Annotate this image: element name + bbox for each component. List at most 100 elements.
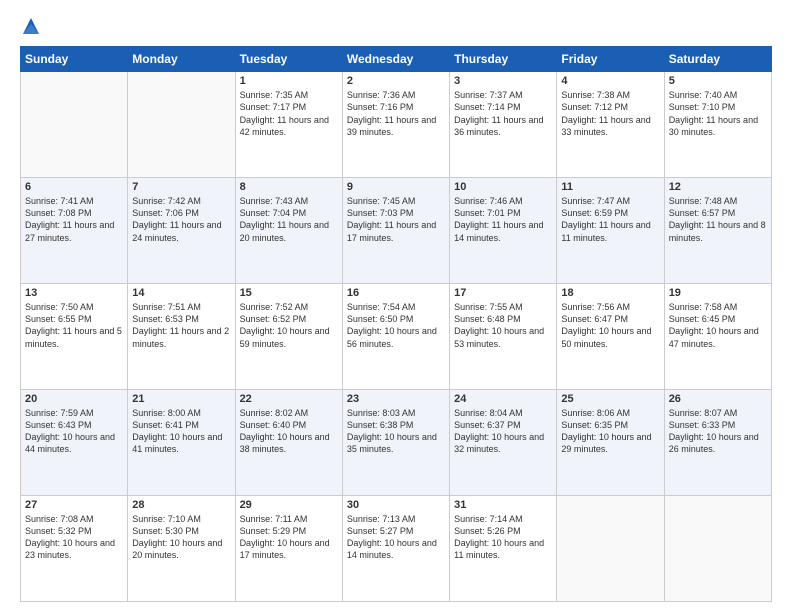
weekday-header-monday: Monday (128, 47, 235, 72)
day-info: Sunrise: 8:07 AM Sunset: 6:33 PM Dayligh… (669, 407, 767, 456)
day-number: 17 (454, 287, 552, 299)
calendar-cell: 19 Sunrise: 7:58 AM Sunset: 6:45 PM Dayli… (664, 284, 771, 390)
calendar-cell (557, 496, 664, 602)
day-number: 16 (347, 287, 445, 299)
calendar-cell: 9Sunrise: 7:45 AM Sunset: 7:03 PM Daylig… (342, 178, 449, 284)
day-info: Sunrise: 8:04 AM Sunset: 6:37 PM Dayligh… (454, 407, 552, 456)
calendar-cell: 16Sunrise: 7:54 AM Sunset: 6:50 PM Dayli… (342, 284, 449, 390)
logo-icon (21, 16, 41, 36)
calendar-cell: 12Sunrise: 7:48 AM Sunset: 6:57 PM Dayli… (664, 178, 771, 284)
day-number: 5 (669, 75, 767, 87)
day-number: 19 (669, 287, 767, 299)
day-number: 4 (561, 75, 659, 87)
day-info: Sunrise: 7:56 AM Sunset: 6:47 PM Dayligh… (561, 301, 659, 350)
day-info: Sunrise: 7:41 AM Sunset: 7:08 PM Dayligh… (25, 195, 123, 244)
day-number: 21 (132, 393, 230, 405)
calendar-cell: 10 Sunrise: 7:46 AM Sunset: 7:01 PM Dayli… (450, 178, 557, 284)
calendar-cell: 8Sunrise: 7:43 AM Sunset: 7:04 PM Daylig… (235, 178, 342, 284)
day-info: Sunrise: 7:36 AM Sunset: 7:16 PM Dayligh… (347, 89, 445, 138)
day-info: Sunrise: 7:59 AM Sunset: 6:43 PM Dayligh… (25, 407, 123, 456)
day-info: Sunrise: 7:51 AM Sunset: 6:53 PM Dayligh… (132, 301, 230, 350)
calendar-cell (128, 72, 235, 178)
day-info: Sunrise: 7:14 AM Sunset: 5:26 PM Dayligh… (454, 513, 552, 562)
week-row-1: 1 Sunrise: 7:35 AM Sunset: 7:17 PM Daylig… (21, 72, 772, 178)
day-number: 24 (454, 393, 552, 405)
day-info: Sunrise: 7:40 AM Sunset: 7:10 PM Dayligh… (669, 89, 767, 138)
calendar-cell: 27 Sunrise: 7:08 AM Sunset: 5:32 PM Dayli… (21, 496, 128, 602)
calendar-cell: 13 Sunrise: 7:50 AM Sunset: 6:55 PM Dayli… (21, 284, 128, 390)
week-row-3: 13 Sunrise: 7:50 AM Sunset: 6:55 PM Dayli… (21, 284, 772, 390)
week-row-4: 20 Sunrise: 7:59 AM Sunset: 6:43 PM Dayli… (21, 390, 772, 496)
logo-text (20, 16, 42, 36)
day-number: 26 (669, 393, 767, 405)
calendar-cell: 14 Sunrise: 7:51 AM Sunset: 6:53 PM Dayli… (128, 284, 235, 390)
day-info: Sunrise: 7:48 AM Sunset: 6:57 PM Dayligh… (669, 195, 767, 244)
day-info: Sunrise: 7:47 AM Sunset: 6:59 PM Dayligh… (561, 195, 659, 244)
day-info: Sunrise: 8:06 AM Sunset: 6:35 PM Dayligh… (561, 407, 659, 456)
day-info: Sunrise: 8:00 AM Sunset: 6:41 PM Dayligh… (132, 407, 230, 456)
day-number: 15 (240, 287, 338, 299)
weekday-header-friday: Friday (557, 47, 664, 72)
calendar-cell: 24 Sunrise: 8:04 AM Sunset: 6:37 PM Dayli… (450, 390, 557, 496)
day-info: Sunrise: 7:52 AM Sunset: 6:52 PM Dayligh… (240, 301, 338, 350)
day-number: 2 (347, 75, 445, 87)
day-number: 18 (561, 287, 659, 299)
day-info: Sunrise: 7:38 AM Sunset: 7:12 PM Dayligh… (561, 89, 659, 138)
day-info: Sunrise: 7:11 AM Sunset: 5:29 PM Dayligh… (240, 513, 338, 562)
calendar-cell: 7 Sunrise: 7:42 AM Sunset: 7:06 PM Daylig… (128, 178, 235, 284)
day-number: 31 (454, 499, 552, 511)
calendar-cell: 2 Sunrise: 7:36 AM Sunset: 7:16 PM Daylig… (342, 72, 449, 178)
page: SundayMondayTuesdayWednesdayThursdayFrid… (0, 0, 792, 612)
day-info: Sunrise: 7:58 AM Sunset: 6:45 PM Dayligh… (669, 301, 767, 350)
day-info: Sunrise: 7:46 AM Sunset: 7:01 PM Dayligh… (454, 195, 552, 244)
calendar-cell: 15 Sunrise: 7:52 AM Sunset: 6:52 PM Dayli… (235, 284, 342, 390)
calendar-cell: 29 Sunrise: 7:11 AM Sunset: 5:29 PM Dayli… (235, 496, 342, 602)
day-number: 20 (25, 393, 123, 405)
day-number: 28 (132, 499, 230, 511)
header (20, 16, 772, 36)
day-info: Sunrise: 7:42 AM Sunset: 7:06 PM Dayligh… (132, 195, 230, 244)
day-number: 1 (240, 75, 338, 87)
day-info: Sunrise: 7:13 AM Sunset: 5:27 PM Dayligh… (347, 513, 445, 562)
calendar-cell: 17 Sunrise: 7:55 AM Sunset: 6:48 PM Dayli… (450, 284, 557, 390)
day-info: Sunrise: 7:37 AM Sunset: 7:14 PM Dayligh… (454, 89, 552, 138)
day-info: Sunrise: 8:03 AM Sunset: 6:38 PM Dayligh… (347, 407, 445, 456)
calendar-cell: 25 Sunrise: 8:06 AM Sunset: 6:35 PM Dayli… (557, 390, 664, 496)
day-number: 27 (25, 499, 123, 511)
week-row-2: 6 Sunrise: 7:41 AM Sunset: 7:08 PM Daylig… (21, 178, 772, 284)
calendar-table: SundayMondayTuesdayWednesdayThursdayFrid… (20, 46, 772, 602)
logo (20, 16, 42, 36)
day-number: 23 (347, 393, 445, 405)
day-number: 25 (561, 393, 659, 405)
calendar-cell: 11 Sunrise: 7:47 AM Sunset: 6:59 PM Dayli… (557, 178, 664, 284)
day-info: Sunrise: 7:50 AM Sunset: 6:55 PM Dayligh… (25, 301, 123, 350)
day-number: 7 (132, 181, 230, 193)
day-info: Sunrise: 7:35 AM Sunset: 7:17 PM Dayligh… (240, 89, 338, 138)
calendar-cell: 3Sunrise: 7:37 AM Sunset: 7:14 PM Daylig… (450, 72, 557, 178)
weekday-header-row: SundayMondayTuesdayWednesdayThursdayFrid… (21, 47, 772, 72)
day-number: 10 (454, 181, 552, 193)
day-number: 9 (347, 181, 445, 193)
day-info: Sunrise: 7:08 AM Sunset: 5:32 PM Dayligh… (25, 513, 123, 562)
calendar-cell: 6 Sunrise: 7:41 AM Sunset: 7:08 PM Daylig… (21, 178, 128, 284)
calendar-cell: 21 Sunrise: 8:00 AM Sunset: 6:41 PM Dayli… (128, 390, 235, 496)
day-number: 6 (25, 181, 123, 193)
calendar-cell: 1 Sunrise: 7:35 AM Sunset: 7:17 PM Daylig… (235, 72, 342, 178)
calendar-cell: 30Sunrise: 7:13 AM Sunset: 5:27 PM Dayli… (342, 496, 449, 602)
day-number: 8 (240, 181, 338, 193)
day-number: 13 (25, 287, 123, 299)
day-number: 11 (561, 181, 659, 193)
weekday-header-wednesday: Wednesday (342, 47, 449, 72)
day-number: 14 (132, 287, 230, 299)
calendar-cell: 20 Sunrise: 7:59 AM Sunset: 6:43 PM Dayli… (21, 390, 128, 496)
calendar-cell (664, 496, 771, 602)
week-row-5: 27 Sunrise: 7:08 AM Sunset: 5:32 PM Dayli… (21, 496, 772, 602)
calendar-cell (21, 72, 128, 178)
day-number: 29 (240, 499, 338, 511)
calendar-cell: 28Sunrise: 7:10 AM Sunset: 5:30 PM Dayli… (128, 496, 235, 602)
calendar-cell: 26 Sunrise: 8:07 AM Sunset: 6:33 PM Dayli… (664, 390, 771, 496)
weekday-header-tuesday: Tuesday (235, 47, 342, 72)
day-info: Sunrise: 7:55 AM Sunset: 6:48 PM Dayligh… (454, 301, 552, 350)
weekday-header-sunday: Sunday (21, 47, 128, 72)
weekday-header-saturday: Saturday (664, 47, 771, 72)
